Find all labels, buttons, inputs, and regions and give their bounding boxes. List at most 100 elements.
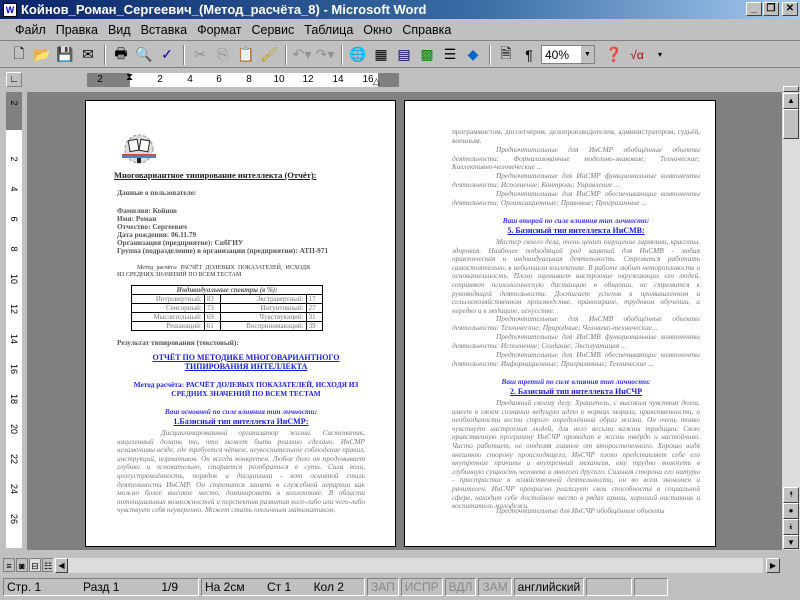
menu-tools[interactable]: Сервис	[246, 23, 299, 37]
status-bar: Стр. 1 Разд 1 1/9 На 2см Ст 1 Кол 2 ЗАП ИСПР…	[0, 575, 800, 599]
status-line: Ст 1	[267, 580, 292, 594]
menu-file[interactable]: Файл	[10, 23, 51, 37]
print-preview-icon[interactable]: 🔍	[133, 44, 155, 66]
tables-borders-icon[interactable]: ▦	[370, 44, 392, 66]
menu-window[interactable]: Окно	[358, 23, 397, 37]
page-1[interactable]: Многовариантное типирование интеллекта (…	[85, 100, 396, 547]
scroll-right-button[interactable]: ▶	[766, 558, 780, 573]
print-layout-view-icon[interactable]: ⊟	[29, 558, 41, 572]
redo-icon[interactable]: ↷▾	[314, 44, 336, 66]
show-formatting-icon[interactable]: ¶	[518, 44, 540, 66]
scroll-thumb[interactable]	[783, 109, 799, 139]
menu-bar: Файл Правка Вид Вставка Формат Сервис Та…	[0, 20, 800, 41]
bullet-item: Предпочтительные для ИнСМР функциональны…	[452, 171, 700, 189]
select-browse-object-button[interactable]: ●	[783, 503, 799, 519]
second-type-label: Ваш второй по силе влияния тип личности:	[502, 216, 650, 225]
document-area[interactable]: Многовариантное типирование интеллекта (…	[27, 92, 782, 550]
user-data-heading: Данные о пользователе:	[117, 188, 197, 197]
horizontal-scrollbar[interactable]: ≡ ◙ ⊟ ☷ ◀ ▶	[0, 557, 782, 574]
hyperlink-icon[interactable]: 🌐	[347, 44, 369, 66]
document-map-icon[interactable]: 🗎	[495, 44, 517, 66]
third-type-heading: 2. Базисный тип интеллекта ИнСЧР	[509, 387, 643, 396]
cell: Интровертный:	[131, 294, 205, 304]
menu-format[interactable]: Формат	[192, 23, 246, 37]
status-extra	[634, 578, 669, 596]
close-button[interactable]: ✕	[782, 2, 798, 16]
paste-icon[interactable]: 📋	[235, 44, 257, 66]
status-column: Кол 2	[313, 580, 344, 594]
web-view-icon[interactable]: ◙	[16, 558, 28, 572]
drawing-icon[interactable]: ◆	[462, 44, 484, 66]
toolbar-options-icon[interactable]: ▾	[649, 44, 671, 66]
email-icon[interactable]: ✉	[77, 44, 99, 66]
zoom-select[interactable]: 40% ▼	[541, 45, 595, 64]
format-painter-icon[interactable]: 🖌	[258, 44, 280, 66]
vertical-scrollbar[interactable]: ▲ ⯭ ● ⯯ ▼	[782, 86, 800, 550]
ruler-mark: 18	[9, 393, 19, 404]
next-page-button[interactable]: ⯯	[783, 519, 799, 535]
status-spelling	[586, 578, 633, 596]
scroll-left-button[interactable]: ◀	[55, 558, 68, 573]
save-icon[interactable]: 💾	[54, 44, 76, 66]
restore-button[interactable]: ❐	[763, 2, 779, 16]
ruler-mark: 16	[9, 363, 19, 374]
menu-help[interactable]: Справка	[397, 23, 456, 37]
menu-edit[interactable]: Правка	[51, 23, 103, 37]
menu-view[interactable]: Вид	[103, 23, 136, 37]
status-extend[interactable]: ВДЛ	[444, 578, 477, 596]
cut-icon[interactable]: ✂	[189, 44, 211, 66]
undo-icon[interactable]: ↶▾	[291, 44, 313, 66]
bullet-item: Предпочтительные для ИнСМР обеспечивающи…	[452, 189, 700, 207]
status-language[interactable]: английский	[513, 578, 585, 596]
prev-page-button[interactable]: ⯭	[783, 487, 799, 503]
ruler-mark: 12	[302, 74, 314, 85]
normal-view-icon[interactable]: ≡	[3, 558, 15, 572]
status-section: Разд 1	[83, 580, 120, 594]
minimize-button[interactable]: _	[746, 2, 762, 16]
copy-icon[interactable]: ⎘	[212, 44, 234, 66]
bullet-item: Предпочтительные для ИнСМВ обобщённые об…	[452, 314, 700, 332]
cell: 83	[203, 294, 222, 304]
zoom-value: 40%	[545, 47, 570, 62]
horizontal-ruler[interactable]: ∟ 2 2 4 6 8 10 12 14 16 ⧗ △	[0, 69, 800, 90]
menu-insert[interactable]: Вставка	[136, 23, 192, 37]
new-document-icon[interactable]: 🗋	[8, 44, 30, 66]
insert-table-icon[interactable]: ▤	[393, 44, 415, 66]
cell: 17	[305, 294, 324, 304]
page-2[interactable]: программистом, диспетчером, делопроизвод…	[404, 100, 716, 547]
cell: 39	[305, 321, 324, 331]
right-indent-marker[interactable]: △	[373, 76, 380, 87]
cell: 73	[203, 303, 222, 313]
ruler-mark: 12	[9, 303, 19, 314]
indent-marker[interactable]: ⧗	[126, 72, 133, 83]
split-handle[interactable]	[783, 86, 799, 92]
cell: 31	[305, 312, 324, 322]
spelling-icon[interactable]: ✓	[156, 44, 178, 66]
cell: Экстравертный:	[220, 294, 307, 304]
insert-excel-icon[interactable]: ▩	[416, 44, 438, 66]
equation-icon[interactable]: √α	[626, 44, 648, 66]
chevron-down-icon[interactable]: ▼	[581, 46, 594, 63]
scroll-up-button[interactable]: ▲	[783, 93, 799, 109]
ruler-mark: 26	[9, 513, 19, 524]
ruler-mark: 2	[97, 74, 103, 85]
method-blue: Метод расчёта: РАСЧЁТ ДОЛЕВЫХ ПОКАЗАТЕЛЕ…	[133, 380, 359, 398]
third-type-paragraph: Преданный своему делу. Хранитель, с высо…	[452, 398, 700, 511]
scroll-down-button[interactable]: ▼	[783, 535, 799, 549]
cell: Чувствующий:	[220, 312, 307, 322]
ruler-mark: 14	[332, 74, 344, 85]
word-app-icon[interactable]: W	[3, 2, 17, 17]
title-bar: W Койнов_Роман_Сергеевич_(Метод_расчёта_…	[0, 0, 800, 19]
print-icon[interactable]: 🖶	[110, 44, 132, 66]
menu-table[interactable]: Таблица	[299, 23, 358, 37]
columns-icon[interactable]: ☰	[439, 44, 461, 66]
result-heading: Результат типирования (текстовый):	[117, 338, 239, 347]
status-rec[interactable]: ЗАП	[367, 578, 399, 596]
status-track-changes[interactable]: ИСПР	[400, 578, 443, 596]
help-icon[interactable]: ❓	[603, 44, 625, 66]
status-overtype[interactable]: ЗАМ	[478, 578, 512, 596]
open-folder-icon[interactable]: 📂	[31, 44, 53, 66]
ruler-mark: 4	[187, 74, 193, 85]
tab-selector[interactable]: ∟	[6, 72, 22, 87]
field-group: Группа (подразделение) в организации (пр…	[117, 246, 329, 255]
